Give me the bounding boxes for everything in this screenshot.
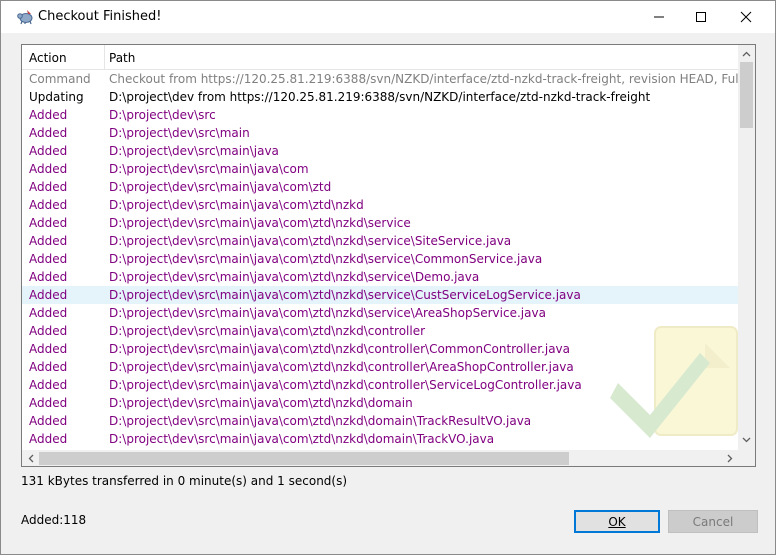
row-action: Added (29, 270, 68, 284)
row-action: Added (29, 432, 68, 446)
cancel-button[interactable]: Cancel (668, 510, 758, 533)
added-count: Added:118 (21, 513, 87, 527)
close-button[interactable] (723, 1, 769, 33)
row-action: Added (29, 342, 68, 356)
ok-button[interactable]: OK (574, 510, 660, 533)
scroll-right-button[interactable] (721, 450, 738, 466)
chevron-up-icon (742, 51, 751, 56)
scroll-up-button[interactable] (738, 45, 755, 62)
column-header-path[interactable]: Path (109, 51, 135, 65)
list-row[interactable]: Added D:\project\dev\src\main\java\com\zt… (22, 196, 738, 214)
cancel-button-label: Cancel (692, 514, 734, 529)
row-action: Command (29, 72, 91, 86)
chevron-down-icon (742, 437, 751, 442)
horizontal-scrollbar[interactable] (22, 450, 738, 466)
row-path: Checkout from https://120.25.81.219:6388… (109, 72, 738, 86)
chevron-left-icon (28, 454, 33, 463)
row-path: D:\project\dev\src\main\java\com\ztd (109, 180, 332, 194)
row-path: D:\project\dev\src\main\java\com\ztd\nzk… (109, 216, 411, 230)
list-row[interactable]: Added D:\project\dev\src\main\java\com (22, 160, 738, 178)
row-path: D:\project\dev from https://120.25.81.21… (109, 90, 651, 104)
row-action: Added (29, 252, 68, 266)
row-action: Added (29, 234, 68, 248)
row-action: Updating (29, 90, 84, 104)
row-action: Added (29, 360, 68, 374)
row-path: D:\project\dev\src\main\java\com\ztd\nzk… (109, 234, 512, 248)
scroll-left-button[interactable] (22, 450, 39, 466)
maximize-button[interactable] (678, 1, 724, 33)
row-action: Added (29, 288, 68, 302)
list-row[interactable]: Added D:\project\dev\src\main\java\com\zt… (22, 304, 738, 322)
row-path: D:\project\dev\src\main\java\com\ztd\nzk… (109, 270, 480, 284)
vertical-scroll-thumb[interactable] (740, 62, 753, 128)
maximize-icon (696, 12, 706, 22)
chevron-right-icon (727, 454, 732, 463)
list-row[interactable]: Updating D:\project\dev from https://120.… (22, 88, 738, 106)
close-icon (740, 11, 752, 23)
row-path: D:\project\dev\src\main\java\com\ztd\nzk… (109, 198, 364, 212)
minimize-icon (654, 16, 664, 18)
list-row[interactable]: Added D:\project\dev\src\main\java\com\zt… (22, 286, 738, 304)
row-action: Added (29, 396, 68, 410)
horizontal-scroll-thumb[interactable] (39, 452, 569, 465)
scroll-down-button[interactable] (738, 431, 755, 448)
row-path: D:\project\dev\src\main (109, 126, 250, 140)
watermark-arrow-icon (610, 326, 738, 438)
tortoise-svn-icon (17, 10, 33, 25)
list-row[interactable]: Added D:\project\dev\src\main (22, 124, 738, 142)
row-action: Added (29, 108, 68, 122)
list-row[interactable]: Added D:\project\dev\src\main\java\com\zt… (22, 250, 738, 268)
row-action: Added (29, 378, 68, 392)
list-row[interactable]: Added D:\project\dev\src\main\java\com\zt… (22, 268, 738, 286)
column-divider[interactable] (104, 45, 105, 70)
row-path: D:\project\dev\src\main\java\com\ztd\nzk… (109, 306, 546, 320)
list-header: Action Path (22, 45, 738, 70)
checkout-results-list[interactable]: Action Path Command Checkout from https:/… (21, 44, 756, 467)
list-row[interactable]: Added D:\project\dev\src\main\java (22, 142, 738, 160)
transfer-summary: 131 kBytes transferred in 0 minute(s) an… (21, 474, 348, 488)
row-action: Added (29, 180, 68, 194)
ok-button-label: OK (608, 514, 626, 529)
row-action: Added (29, 414, 68, 428)
row-action: Added (29, 198, 68, 212)
list-row[interactable]: Added D:\project\dev\src\main\java\com\zt… (22, 178, 738, 196)
row-action: Added (29, 126, 68, 140)
list-row[interactable]: Added D:\project\dev\src\main\java\com\zt… (22, 214, 738, 232)
row-path: D:\project\dev\src\main\java\com\ztd\nzk… (109, 288, 581, 302)
row-path: D:\project\dev\src\main\java\com (109, 162, 309, 176)
checkout-dialog: Checkout Finished! Action Path Command Ch… (0, 0, 776, 555)
vertical-scrollbar[interactable] (738, 45, 755, 450)
row-action: Added (29, 324, 68, 338)
minimize-button[interactable] (636, 1, 682, 33)
column-header-action[interactable]: Action (29, 51, 67, 65)
row-action: Added (29, 162, 68, 176)
list-row[interactable]: Added D:\project\dev\src\main\java\com\zt… (22, 232, 738, 250)
title-bar[interactable]: Checkout Finished! (1, 1, 775, 33)
list-row[interactable]: Command Checkout from https://120.25.81.2… (22, 70, 738, 88)
row-path: D:\project\dev\src (109, 108, 216, 122)
list-row[interactable]: Added D:\project\dev\src (22, 106, 738, 124)
row-action: Added (29, 144, 68, 158)
scrollbar-corner (738, 450, 755, 466)
row-path: D:\project\dev\src\main\java (109, 144, 279, 158)
window-title: Checkout Finished! (38, 9, 162, 24)
row-action: Added (29, 216, 68, 230)
row-path: D:\project\dev\src\main\java\com\ztd\nzk… (109, 252, 543, 266)
row-action: Added (29, 306, 68, 320)
